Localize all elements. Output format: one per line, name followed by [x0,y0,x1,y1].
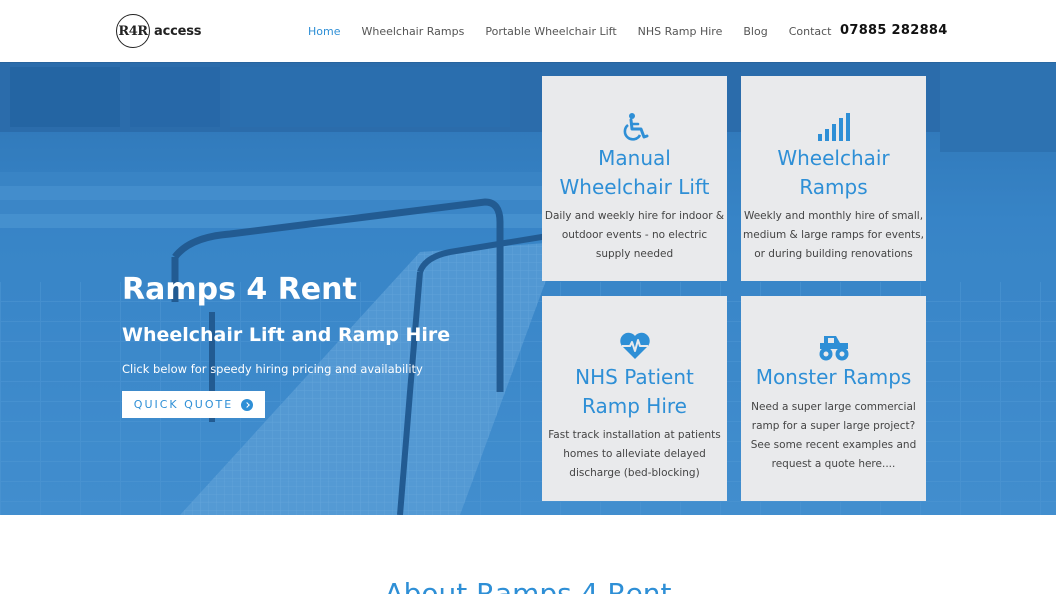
card-desc-line: supply needed [595,248,674,260]
card-desc-line: See some recent examples and [750,439,917,451]
card-desc-line: or during building renovations [754,248,913,260]
card-desc-line: Need a super large commercial [751,401,916,413]
nav-wheelchair-ramps[interactable]: Wheelchair Ramps [361,25,464,38]
card-desc-line: discharge (bed-blocking) [569,467,700,479]
nav-nhs-ramp-hire[interactable]: NHS Ramp Hire [638,25,723,38]
nav-blog[interactable]: Blog [743,25,767,38]
card-desc-line: Fast track installation at patients [548,429,721,441]
card-desc-line: medium & large ramps for events, [743,229,924,241]
hero-subtitle: Wheelchair Lift and Ramp Hire [122,324,451,346]
quick-quote-label: QUICK QUOTE [133,398,234,411]
card-title-line: NHS Patient [575,365,694,389]
hero-title: Ramps 4 Rent [122,272,357,307]
card-desc-line: Weekly and monthly hire of small, [743,210,924,222]
heartbeat-icon [542,332,727,360]
card-wheelchair-ramps[interactable]: Wheelchair Ramps Weekly and monthly hire… [741,76,926,281]
card-nhs-patient-ramp-hire[interactable]: NHS Patient Ramp Hire Fast track install… [542,296,727,501]
card-title-line: Wheelchair Lift [559,175,710,199]
logo-text: access [154,23,202,39]
card-title-line: Monster Ramps [755,365,912,389]
card-monster-ramps[interactable]: Monster Ramps Need a super large commerc… [741,296,926,501]
quick-quote-button[interactable]: QUICK QUOTE [122,391,265,418]
hero-text: Click below for speedy hiring pricing an… [122,362,423,376]
card-manual-wheelchair-lift[interactable]: Manual Wheelchair Lift Daily and weekly … [542,76,727,281]
chevron-right-icon [241,398,254,411]
nav-contact[interactable]: Contact [789,25,832,38]
card-desc-line: ramp for a super large project? [751,420,916,432]
phone-number[interactable]: 07885 282884 [840,23,948,38]
about-title: About Ramps 4 Rent [384,577,672,594]
about-section: About Ramps 4 Rent [0,515,1056,594]
card-title-line: Wheelchair [777,146,890,170]
wheelchair-icon [542,112,727,142]
logo-mark: R4R [116,14,150,48]
signal-bars-icon [741,112,926,142]
card-title-line: Manual [598,146,671,170]
main-nav: Home Wheelchair Ramps Portable Wheelchai… [308,0,852,62]
card-title-line: Ramps [799,175,868,199]
card-title-line: Ramp Hire [582,394,687,418]
monster-truck-icon [741,332,926,362]
nav-home[interactable]: Home [308,25,340,38]
card-desc-line: homes to alleviate delayed [563,448,706,460]
card-desc-line: Daily and weekly hire for indoor & [544,210,725,222]
card-desc-line: request a quote here.... [771,458,896,470]
nav-portable-wheelchair-lift[interactable]: Portable Wheelchair Lift [485,25,616,38]
site-header: R4R access Home Wheelchair Ramps Portabl… [0,0,1056,62]
site-logo[interactable]: R4R access [116,14,201,48]
card-desc-line: outdoor events - no electric [561,229,708,241]
